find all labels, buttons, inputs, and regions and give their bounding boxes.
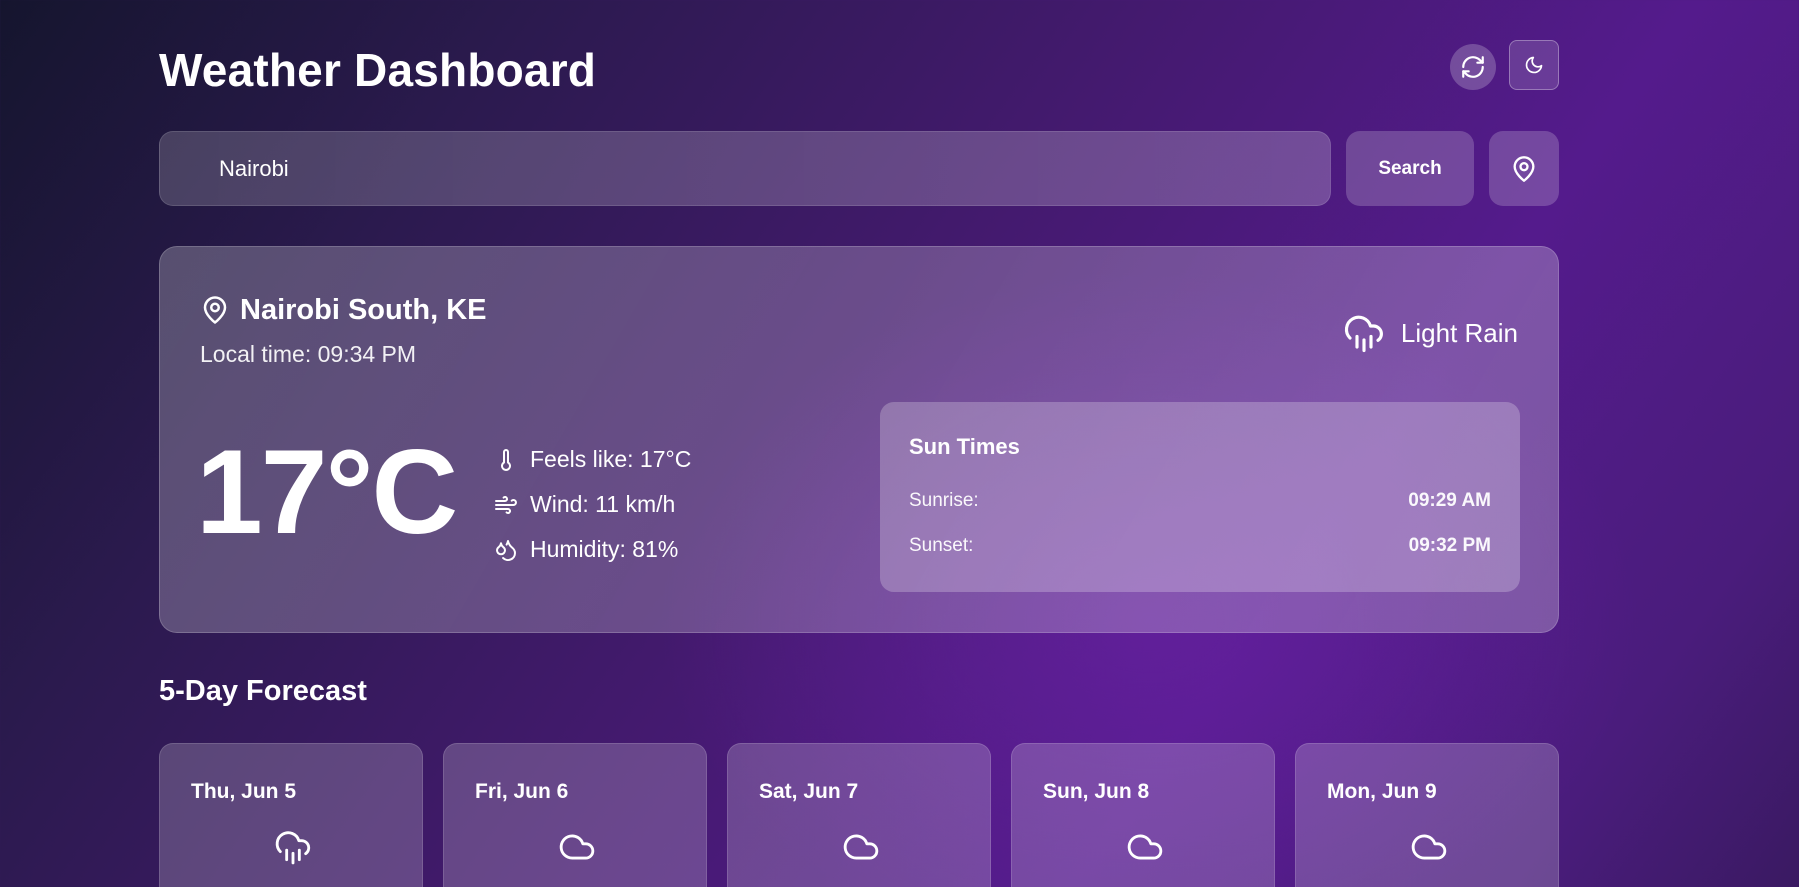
- map-pin-icon: [203, 296, 227, 324]
- sunset-value: 09:32 PM: [1408, 535, 1491, 556]
- forecast-card[interactable]: Mon, Jun 9: [1295, 743, 1559, 887]
- search-row: Search: [159, 131, 1559, 206]
- feels-like: Feels like: 17°C: [494, 437, 691, 482]
- humidity-text: Humidity: 81%: [530, 536, 679, 562]
- refresh-button[interactable]: [1450, 44, 1496, 90]
- forecast-list: Thu, Jun 5 Fri, Jun 6 Sat, Jun 7 Sun, Ju…: [159, 743, 1559, 887]
- forecast-date: Sun, Jun 8: [1043, 780, 1150, 803]
- search-button[interactable]: Search: [1346, 131, 1474, 206]
- temperature: 17°C: [196, 425, 458, 559]
- forecast-date: Thu, Jun 5: [191, 780, 296, 803]
- forecast-card[interactable]: Fri, Jun 6: [443, 743, 707, 887]
- theme-toggle-button[interactable]: [1509, 40, 1559, 90]
- droplets-icon: [496, 539, 517, 561]
- search-input[interactable]: [159, 131, 1331, 206]
- local-time: Local time: 09:34 PM: [200, 341, 417, 367]
- forecast-title: 5-Day Forecast: [159, 675, 367, 707]
- forecast-card[interactable]: Sun, Jun 8: [1011, 743, 1275, 887]
- humidity: Humidity: 81%: [494, 527, 691, 572]
- forecast-card[interactable]: Sat, Jun 7: [727, 743, 991, 887]
- feels-like-text: Feels like: 17°C: [530, 446, 692, 472]
- sunset-row: Sunset: 09:32 PM: [909, 535, 1491, 557]
- forecast-date: Fri, Jun 6: [475, 780, 569, 803]
- wind-icon: [495, 495, 517, 514]
- condition-text: Light Rain: [1400, 317, 1518, 348]
- current-location-button[interactable]: [1489, 131, 1559, 206]
- sun-times-title: Sun Times: [909, 434, 1020, 459]
- moon-icon: [1525, 56, 1543, 74]
- header: Weather Dashboard: [159, 40, 1559, 96]
- page-title: Weather Dashboard: [159, 44, 597, 96]
- sunset-label: Sunset:: [909, 535, 974, 556]
- thermometer-icon: [501, 448, 511, 471]
- sun-times-panel: Sun Times Sunrise: 09:29 AM Sunset: 09:3…: [880, 402, 1520, 592]
- condition: Light Rain: [1343, 312, 1518, 354]
- sunrise-row: Sunrise: 09:29 AM: [909, 490, 1491, 512]
- cloud-icon: [1127, 834, 1163, 860]
- app-container: Weather Dashboard Search: [159, 0, 1559, 887]
- location-name: Nairobi South, KE: [240, 294, 487, 326]
- cloud-icon: [843, 834, 879, 860]
- cloud-icon: [1411, 834, 1447, 860]
- location-row: Nairobi South, KE: [200, 293, 487, 327]
- map-pin-icon: [1513, 155, 1535, 182]
- wind: Wind: 11 km/h: [494, 482, 691, 527]
- sunrise-label: Sunrise:: [909, 490, 979, 511]
- forecast-date: Mon, Jun 9: [1327, 780, 1437, 803]
- cloud-rain-icon: [275, 831, 311, 865]
- current-weather-card: Nairobi South, KE Local time: 09:34 PM L…: [159, 246, 1559, 633]
- cloud-icon: [559, 834, 595, 860]
- forecast-card[interactable]: Thu, Jun 5: [159, 743, 423, 887]
- sunrise-value: 09:29 AM: [1408, 490, 1491, 511]
- refresh-icon: [1462, 56, 1484, 78]
- weather-stats: Feels like: 17°C Wind: 11 km/h Humidity:…: [494, 437, 691, 572]
- wind-text: Wind: 11 km/h: [530, 491, 676, 517]
- cloud-rain-icon: [1344, 315, 1383, 353]
- forecast-date: Sat, Jun 7: [759, 780, 859, 803]
